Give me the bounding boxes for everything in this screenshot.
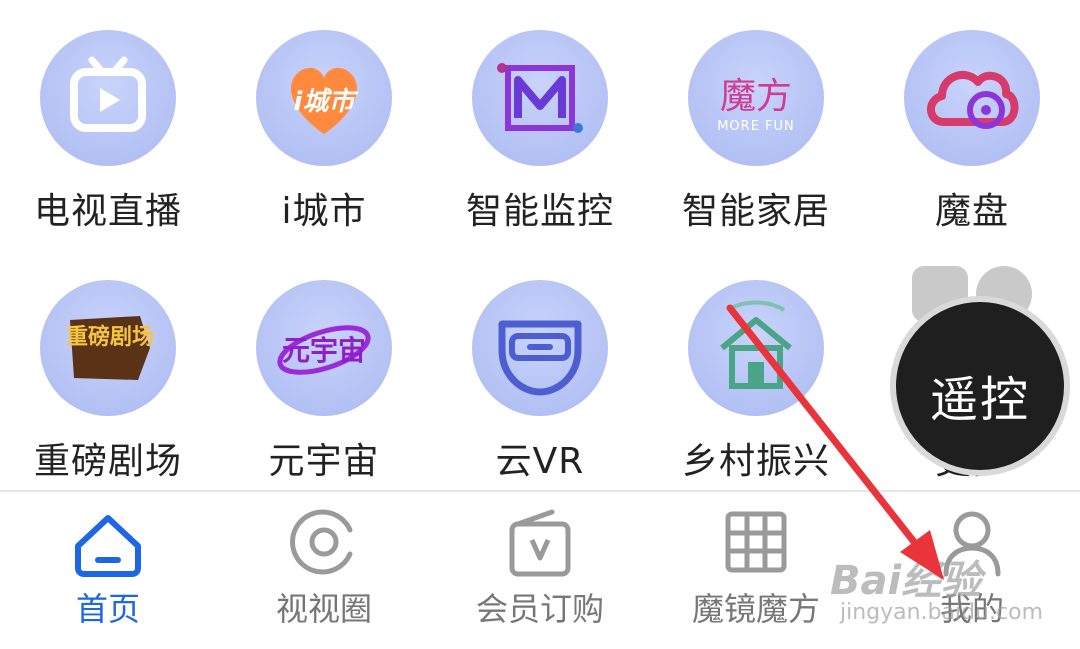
app-label: 云VR [495,441,585,482]
theater-icon: 重磅剧场 [40,280,176,416]
app-label: 魔盘 [934,191,1009,232]
vip-wallet-icon [509,509,571,577]
icity-icon: i城市 [256,30,392,166]
smart-monitor-icon [472,30,608,166]
app-label: 智能监控 [465,191,614,232]
tab-grid[interactable]: 魔镜魔方 [648,492,864,649]
metaverse-icon: 元宇宙 [256,280,392,416]
app-smart-monitor[interactable]: 智能监控 [440,22,640,232]
circle-target-icon [290,509,353,575]
tv-live-icon [40,30,176,166]
remote-control-label: 遥控 [929,372,1030,428]
tab-label: 首页 [75,590,140,628]
tab-vip[interactable]: 会员订购 [432,492,648,649]
app-label: 元宇宙 [268,441,380,482]
tab-label: 魔镜魔方 [691,590,820,628]
metaverse-icon-text: 元宇宙 [282,334,366,367]
app-label: 重磅剧场 [33,441,182,482]
app-smart-home[interactable]: 魔方 MORE FUN 智能家居 [656,22,856,232]
tab-circle[interactable]: 视视圈 [216,492,432,649]
vr-headset-icon [472,280,608,416]
app-theater[interactable]: 重磅剧场 重磅剧场 [8,272,208,482]
theater-icon-text: 重磅剧场 [66,324,154,350]
smart-home-icon-text: 魔方 [720,76,792,117]
user-icon [943,511,1001,577]
tab-label: 我的 [939,590,1004,628]
tab-label: 会员订购 [475,590,604,628]
app-icity[interactable]: i城市 i城市 [224,22,424,232]
tab-mine[interactable]: 我的 [864,492,1080,649]
home-icon [75,515,141,577]
app-rural[interactable]: 乡村振兴 [656,272,856,482]
app-label: 智能家居 [681,191,830,232]
remote-control-button[interactable]: 遥控 [890,296,1070,476]
grid-icon [725,511,787,573]
app-label: 电视直播 [33,191,182,232]
smart-home-icon: 魔方 MORE FUN [688,30,824,166]
tab-label: 视视圈 [275,590,372,628]
app-label: i城市 [281,191,367,232]
tab-home[interactable]: 首页 [0,492,216,649]
app-cloud-disk[interactable]: 魔盘 [872,22,1072,232]
app-label: 乡村振兴 [681,441,830,482]
rural-house-icon [688,280,824,416]
cloud-disk-icon [904,30,1040,166]
icity-icon-text: i城市 [294,87,359,117]
app-tv-live[interactable]: 电视直播 [8,22,208,232]
app-metaverse[interactable]: 元宇宙 元宇宙 [224,272,424,482]
app-cloud-vr[interactable]: 云VR [440,272,640,482]
smart-home-icon-subtext: MORE FUN [717,119,795,134]
bottom-tabbar: 首页 视视圈 会员订购 魔镜魔方 我的 [0,492,1080,649]
